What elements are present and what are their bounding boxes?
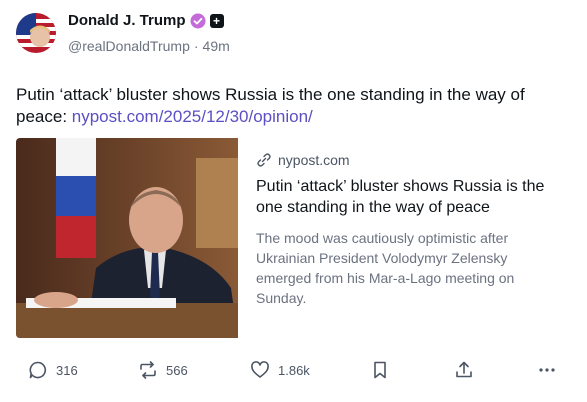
card-domain-row: nypost.com bbox=[256, 152, 558, 168]
card-image[interactable] bbox=[16, 138, 238, 338]
card-title: Putin ‘attack’ bluster shows Russia is t… bbox=[256, 178, 545, 216]
post: Donald J. Trump + @realDonaldTrump · 49m… bbox=[0, 0, 587, 402]
reply-count: 316 bbox=[56, 362, 78, 378]
action-bar: 316 566 1.86k bbox=[0, 356, 587, 388]
card-description: The mood was cautiously optimistic after… bbox=[256, 230, 515, 306]
timestamp[interactable]: 49m bbox=[203, 38, 230, 54]
like-button[interactable]: 1.86k bbox=[250, 360, 310, 380]
speech-bubble-icon bbox=[29, 361, 47, 379]
repost-button[interactable]: 566 bbox=[138, 360, 188, 380]
reply-button[interactable]: 316 bbox=[28, 360, 78, 380]
post-link[interactable]: nypost.com/2025/12/30/opinion/ bbox=[72, 107, 313, 126]
avatar[interactable] bbox=[16, 13, 56, 53]
card-photo bbox=[16, 138, 238, 338]
author-meta-row: @realDonaldTrump · 49m bbox=[68, 38, 230, 54]
handle[interactable]: @realDonaldTrump bbox=[68, 38, 190, 54]
more-button[interactable] bbox=[537, 360, 557, 380]
ellipsis-icon bbox=[539, 368, 555, 372]
bookmark-button[interactable] bbox=[370, 360, 390, 380]
link-icon bbox=[257, 153, 271, 167]
repost-arrows-icon bbox=[140, 361, 156, 379]
bookmark-icon bbox=[374, 361, 386, 379]
post-text: Putin ‘attack’ bluster shows Russia is t… bbox=[16, 84, 556, 128]
heart-icon bbox=[251, 361, 269, 378]
avatar-image bbox=[16, 13, 56, 53]
separator: · bbox=[193, 38, 199, 54]
share-upload-icon bbox=[456, 361, 472, 378]
link-preview-card[interactable]: nypost.com Putin ‘attack’ bluster shows … bbox=[16, 138, 576, 338]
display-name[interactable]: Donald J. Trump bbox=[68, 12, 186, 29]
repost-count: 566 bbox=[166, 362, 188, 378]
like-count: 1.86k bbox=[278, 362, 310, 378]
share-button[interactable] bbox=[454, 360, 474, 380]
author-name-row: Donald J. Trump + bbox=[68, 12, 224, 29]
plus-badge: + bbox=[209, 13, 224, 28]
verified-badge-icon bbox=[190, 13, 206, 28]
card-body: nypost.com Putin ‘attack’ bluster shows … bbox=[238, 138, 576, 338]
card-domain: nypost.com bbox=[278, 152, 350, 168]
